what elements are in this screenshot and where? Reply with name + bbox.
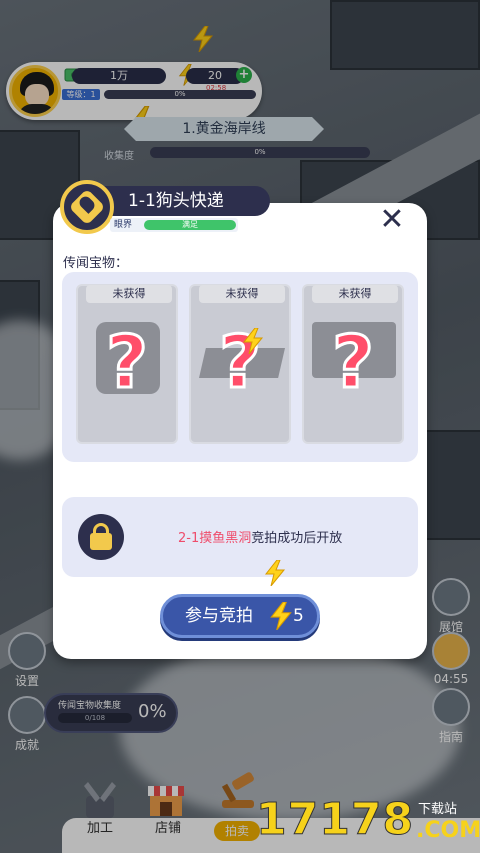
treasure-status: 未获得 xyxy=(86,285,172,303)
site-watermark: 17178 下载站 .COM xyxy=(255,794,480,853)
unlock-condition-text: 2-1摸鱼黑洞竞拍成功后开放 xyxy=(178,527,342,546)
question-mark-icon: ? xyxy=(331,319,376,406)
unlock-condition-panel: 2-1摸鱼黑洞竞拍成功后开放 xyxy=(62,497,418,577)
join-auction-button[interactable]: 参与竞拍 5 xyxy=(160,594,320,638)
vision-status: 满足 xyxy=(144,220,236,230)
lightning-icon xyxy=(242,328,264,354)
unlock-requirement: 竞拍成功后开放 xyxy=(251,531,343,546)
vision-requirement: 眼界 满足 xyxy=(110,218,238,232)
map-pin-icon xyxy=(60,180,114,234)
lock-icon xyxy=(78,514,124,560)
watermark-site: 下载站 xyxy=(418,802,458,817)
unlock-stage-name: 2-1摸鱼黑洞 xyxy=(178,531,252,546)
treasure-section-label: 传闻宝物： xyxy=(63,256,129,271)
lightning-icon xyxy=(264,560,286,586)
vision-label: 眼界 xyxy=(114,220,133,230)
watermark-domain: .COM xyxy=(416,818,480,843)
question-mark-icon: ? xyxy=(218,319,263,406)
close-icon: ✕ xyxy=(379,202,405,237)
close-button[interactable]: ✕ xyxy=(372,200,412,240)
bid-cost: 5 xyxy=(293,606,304,626)
stage-title: 1-1狗头快递 xyxy=(104,186,270,216)
treasure-status: 未获得 xyxy=(199,285,285,303)
treasure-card[interactable]: 未获得 ? xyxy=(189,284,291,444)
watermark-digits: 17178 xyxy=(255,794,415,846)
question-mark-icon: ? xyxy=(105,319,150,406)
energy-cost-icon xyxy=(270,602,292,630)
treasure-status: 未获得 xyxy=(312,285,398,303)
treasure-card[interactable]: 未获得 ? xyxy=(76,284,178,444)
bid-label: 参与竞拍 xyxy=(185,606,253,626)
treasure-card[interactable]: 未获得 ? xyxy=(302,284,404,444)
